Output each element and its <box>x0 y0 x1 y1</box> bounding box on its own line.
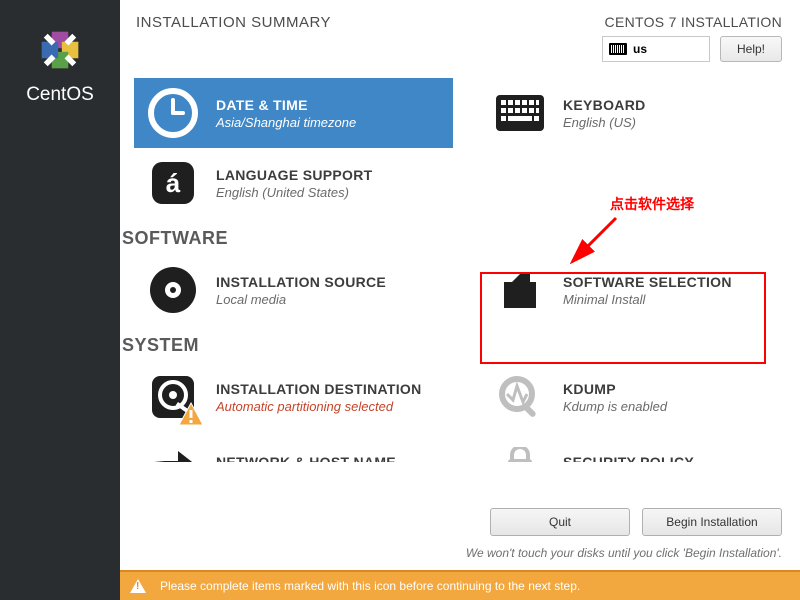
clock-icon <box>148 88 198 138</box>
install-label: CENTOS 7 INSTALLATION <box>602 14 782 30</box>
spoke-title: NETWORK & HOST NAME <box>216 454 396 462</box>
brand-label: CentOS <box>26 84 94 106</box>
annotation-text: 点击软件选择 <box>610 194 694 214</box>
spoke-title: INSTALLATION DESTINATION <box>216 381 422 397</box>
main-panel: INSTALLATION SUMMARY CENTOS 7 INSTALLATI… <box>120 0 800 600</box>
spoke-software-selection[interactable]: SOFTWARE SELECTION Minimal Install <box>481 255 800 325</box>
footer-note: We won't touch your disks until you clic… <box>466 546 782 560</box>
keyboard-icon <box>609 43 627 55</box>
quit-button[interactable]: Quit <box>490 508 630 536</box>
section-system-head: SYSTEM <box>120 325 800 362</box>
topbar: INSTALLATION SUMMARY CENTOS 7 INSTALLATI… <box>120 0 800 68</box>
spoke-title: DATE & TIME <box>216 97 356 113</box>
spoke-subtitle: Automatic partitioning selected <box>216 399 422 414</box>
spoke-installation-destination[interactable]: INSTALLATION DESTINATION Automatic parti… <box>134 362 453 432</box>
spoke-title: KDUMP <box>563 381 667 397</box>
spoke-title: INSTALLATION SOURCE <box>216 274 386 290</box>
keyboard-layout-text: us <box>633 42 647 56</box>
spoke-subtitle: English (US) <box>563 115 646 130</box>
spoke-network-hostname[interactable]: NETWORK & HOST NAME <box>134 432 453 462</box>
spoke-subtitle: English (United States) <box>216 185 372 200</box>
begin-installation-button[interactable]: Begin Installation <box>642 508 782 536</box>
warning-bar[interactable]: Please complete items marked with this i… <box>120 570 800 600</box>
spoke-subtitle: Minimal Install <box>563 292 732 307</box>
kdump-icon <box>495 372 545 422</box>
disc-icon <box>148 265 198 315</box>
spoke-installation-source[interactable]: INSTALLATION SOURCE Local media <box>134 255 453 325</box>
spoke-title: SOFTWARE SELECTION <box>563 274 732 290</box>
keyboard-large-icon <box>495 94 545 132</box>
page-title: INSTALLATION SUMMARY <box>136 14 331 31</box>
sidebar: CentOS <box>0 0 120 600</box>
section-software-head: SOFTWARE <box>120 218 800 255</box>
network-arrow-icon <box>148 447 198 462</box>
spoke-subtitle: Local media <box>216 292 386 307</box>
spoke-title: KEYBOARD <box>563 97 646 113</box>
warning-triangle-icon <box>130 579 146 593</box>
warning-overlay-icon <box>178 402 204 426</box>
footer-buttons: Quit Begin Installation <box>490 508 782 536</box>
spoke-kdump[interactable]: KDUMP Kdump is enabled <box>481 362 800 432</box>
warning-bar-text: Please complete items marked with this i… <box>160 579 580 593</box>
language-icon: á <box>148 158 198 208</box>
spoke-keyboard[interactable]: KEYBOARD English (US) <box>481 78 800 148</box>
spoke-subtitle: Kdump is enabled <box>563 399 667 414</box>
package-icon <box>498 268 542 312</box>
lock-icon <box>500 447 540 462</box>
spoke-title: LANGUAGE SUPPORT <box>216 167 372 183</box>
spoke-subtitle: Asia/Shanghai timezone <box>216 115 356 130</box>
content: DATE & TIME Asia/Shanghai timezone <box>120 78 800 462</box>
keyboard-layout-indicator[interactable]: us <box>602 36 710 62</box>
spoke-title: SECURITY POLICY <box>563 454 694 462</box>
spoke-date-time[interactable]: DATE & TIME Asia/Shanghai timezone <box>134 78 453 148</box>
centos-logo-icon <box>38 28 82 72</box>
spoke-language-support[interactable]: á LANGUAGE SUPPORT English (United State… <box>134 148 458 218</box>
help-button[interactable]: Help! <box>720 36 782 62</box>
spoke-security-policy[interactable]: SECURITY POLICY <box>481 432 800 462</box>
svg-text:á: á <box>166 168 181 198</box>
